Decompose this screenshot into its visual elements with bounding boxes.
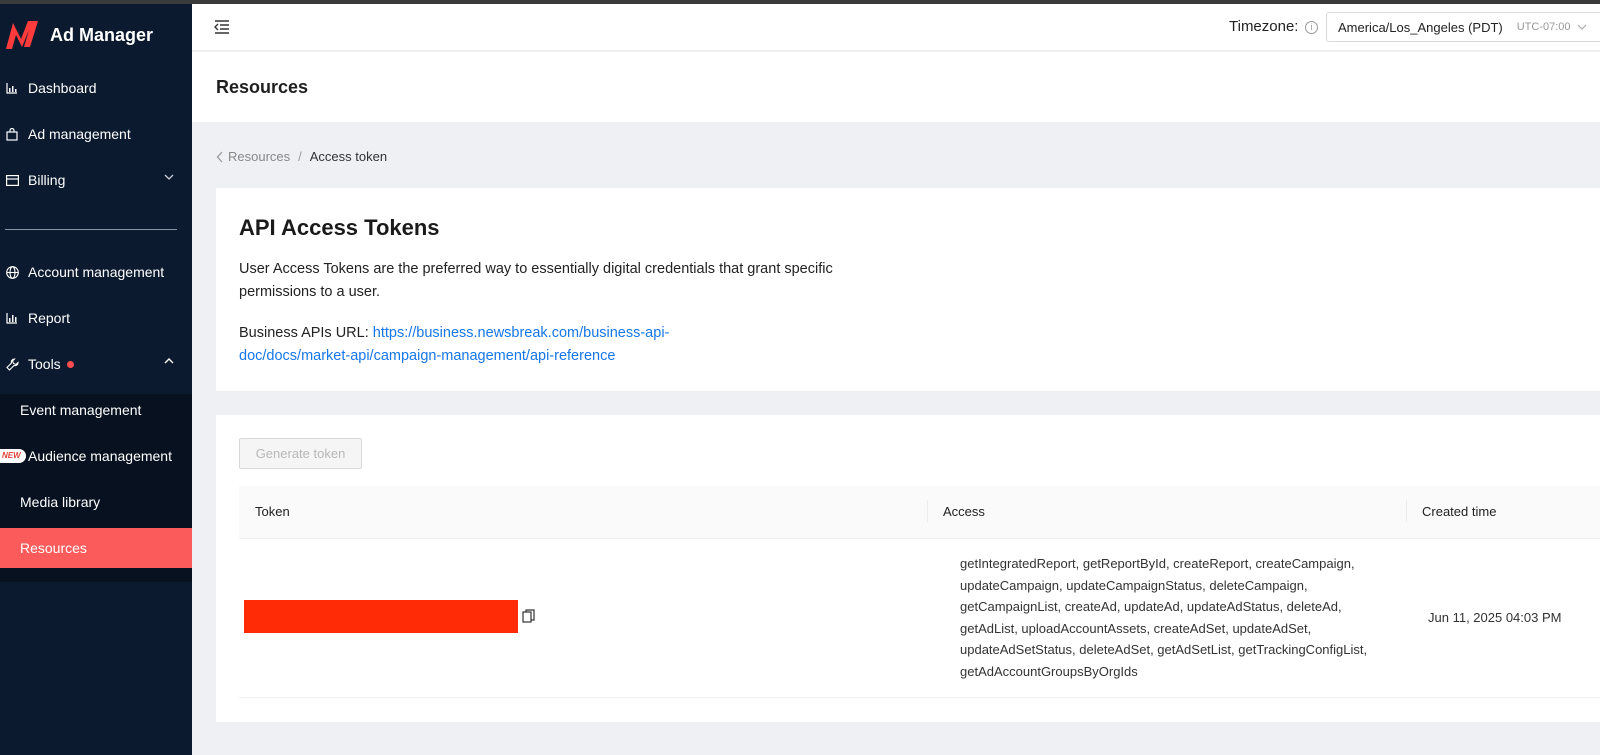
shopping-bag-icon [5,127,19,141]
column-header-access: Access [943,504,985,519]
token-created-time: Jun 11, 2025 04:03 PM [1428,610,1562,625]
sidebar-item-label: Report [28,310,71,326]
sidebar-item-account-management[interactable]: Account management [0,252,192,292]
timezone-offset: UTC-07:00 [1516,21,1571,33]
top-header: Timezone: i America/Los_Angeles (PDT) UT… [192,4,1600,51]
bar-chart-icon [5,81,19,95]
sidebar-item-ad-management[interactable]: Ad management [0,114,192,154]
info-icon[interactable]: i [1305,21,1318,34]
submenu-item-label: Media library [20,494,101,510]
sidebar-item-label: Account management [28,264,165,280]
submenu-item-label: Resources [20,540,87,556]
token-access-list: getIntegratedReport, getReportById, crea… [960,556,1368,679]
token-table-header: Token Access Created time [239,486,1600,539]
breadcrumb-current: Access token [309,149,388,164]
wrench-icon [5,357,19,371]
page-title: Resources [216,77,309,97]
breadcrumb-separator: / [298,149,302,164]
token-value-redacted [244,600,518,633]
sidebar-item-report[interactable]: Report [0,298,192,338]
chevron-down-icon [1577,24,1586,30]
report-chart-icon [5,311,19,325]
collapse-sidebar-icon[interactable] [214,20,230,34]
sidebar-item-label: Ad management [28,126,131,142]
brand[interactable]: Ad Manager [0,4,192,66]
submenu-item-media-library[interactable]: Media library [0,482,192,522]
column-header-token: Token [255,504,290,519]
url-label: Business APIs URL: [239,325,369,341]
table-row: getIntegratedReport, getReportById, crea… [239,539,1600,698]
sidebar-item-label: Dashboard [28,80,97,96]
sidebar-item-label: Tools [28,356,61,372]
globe-icon [5,265,19,279]
credit-card-icon [5,173,19,187]
api-info-card: API Access Tokens User Access Tokens are… [216,188,1600,391]
chevron-up-icon [164,358,174,364]
chevron-left-icon[interactable] [216,151,224,163]
sidebar-divider [5,229,177,230]
business-api-url-line: Business APIs URL: https://business.news… [239,322,719,368]
submenu-item-label: Audience management [28,448,172,464]
token-card: Generate token Token Access Created time… [216,415,1600,722]
chevron-down-icon [164,174,174,180]
timezone-select[interactable]: America/Los_Angeles (PDT) UTC-07:00 [1326,12,1600,42]
submenu-item-resources[interactable]: Resources [0,528,192,568]
column-header-created-time: Created time [1422,504,1497,519]
generate-token-button[interactable]: Generate token [239,438,362,469]
timezone-value: America/Los_Angeles (PDT) [1338,19,1503,35]
column-separator [927,500,928,522]
sidebar-item-tools[interactable]: Tools [0,344,192,384]
card-title: API Access Tokens [239,215,440,240]
submenu-item-label: Event management [20,402,142,418]
submenu-item-event-management[interactable]: Event management [0,390,192,430]
copy-icon[interactable] [522,609,536,623]
notification-dot [66,360,74,368]
sidebar: Ad Manager Dashboard Ad management Billi… [0,4,192,755]
breadcrumb: Resources / Access token [216,149,387,164]
submenu-item-audience-management[interactable]: NEW Audience management [0,436,192,476]
card-description: User Access Tokens are the preferred way… [239,261,833,300]
app-name: Ad Manager [50,24,154,45]
new-badge: NEW [0,449,26,463]
sidebar-item-dashboard[interactable]: Dashboard [0,68,192,108]
timezone-label: Timezone: [1229,18,1299,35]
ad-manager-logo-icon [6,21,38,49]
page-title-bar: Resources [192,52,1600,122]
sidebar-item-label: Billing [28,172,66,188]
column-separator [1406,500,1407,522]
sidebar-item-billing[interactable]: Billing [0,160,192,200]
breadcrumb-parent-link[interactable]: Resources [228,149,290,164]
